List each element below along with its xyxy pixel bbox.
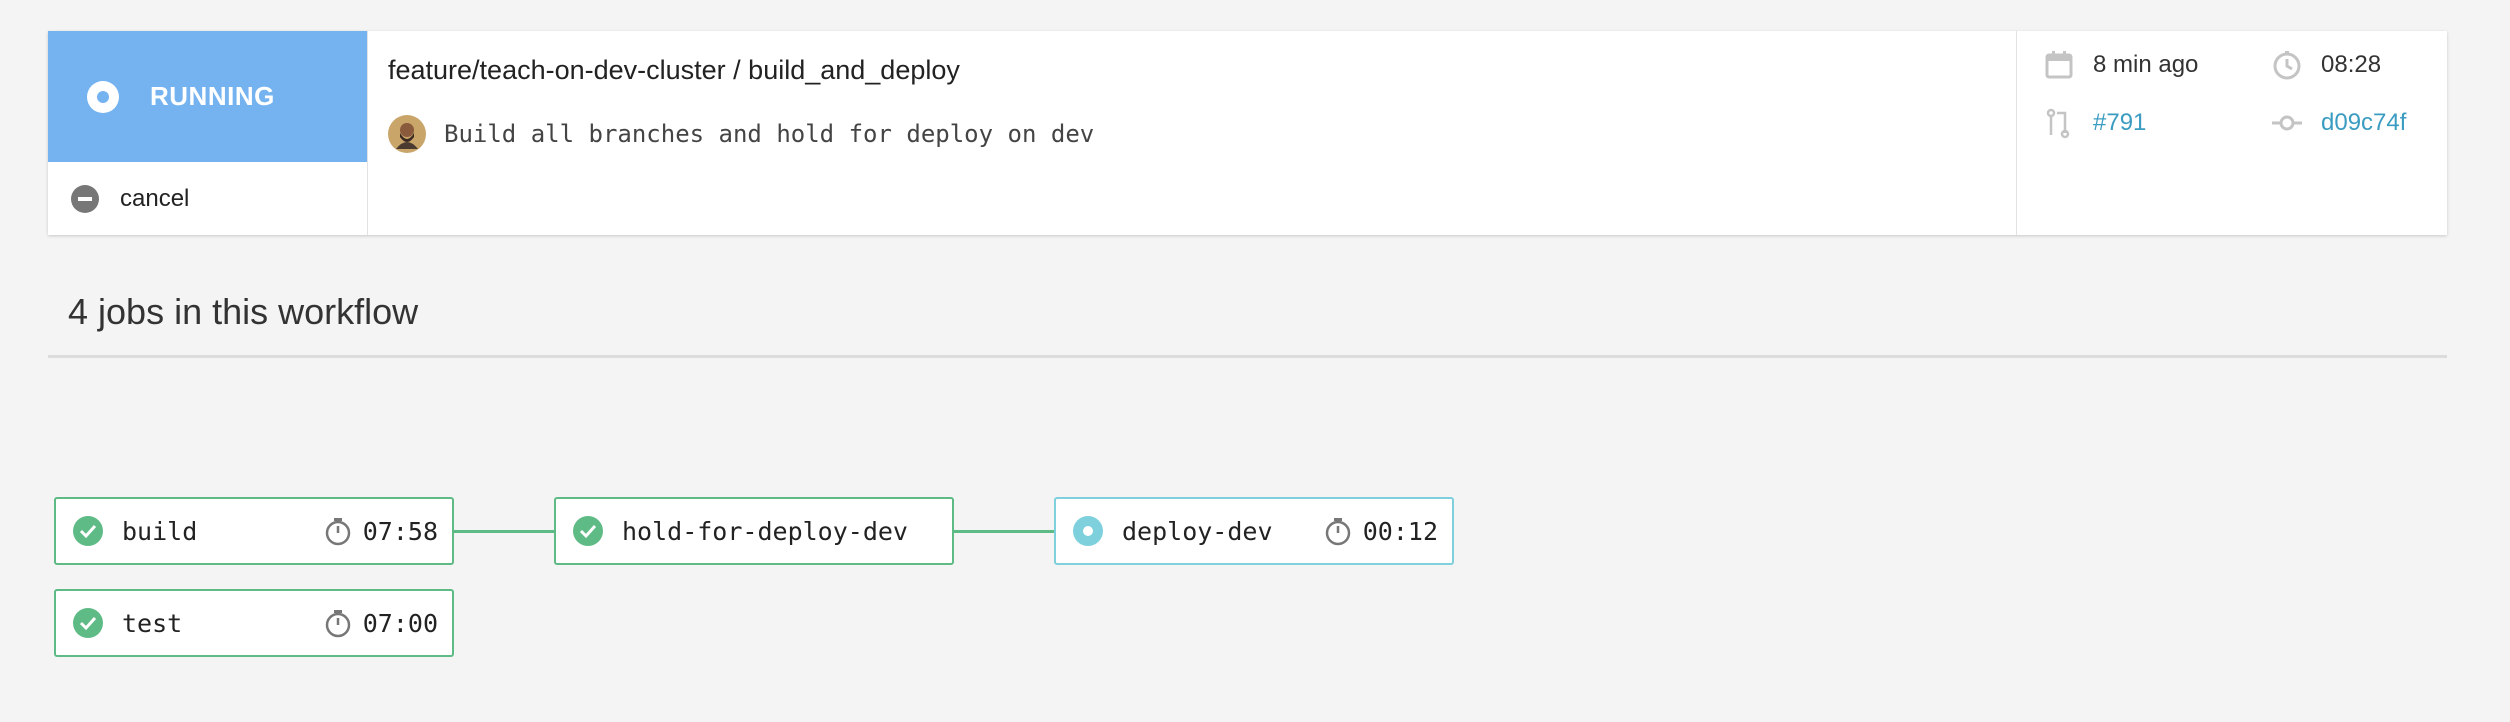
- check-circle-icon: [573, 516, 603, 546]
- avatar: [388, 115, 426, 153]
- workflow-title[interactable]: feature/teach-on-dev-cluster / build_and…: [388, 55, 960, 86]
- job-name: deploy-dev: [1122, 516, 1273, 546]
- job-duration: 07:58: [362, 516, 438, 546]
- status-column: RUNNING cancel: [48, 31, 368, 235]
- time-ago: 8 min ago: [2043, 49, 2198, 81]
- jobs-section-title: 4 jobs in this workflow: [68, 291, 419, 332]
- stopwatch-icon: [325, 610, 350, 638]
- workflow-info: feature/teach-on-dev-cluster / build_and…: [368, 31, 2017, 235]
- job-timer: 07:00: [323, 608, 438, 638]
- duration: 08:28: [2271, 49, 2381, 81]
- stopwatch-icon: [325, 518, 350, 546]
- job-deploy-dev[interactable]: deploy-dev 00:12: [1054, 497, 1454, 565]
- minus-circle-icon: [71, 184, 99, 213]
- commit[interactable]: d09c74f: [2271, 107, 2406, 139]
- workflow-meta: 8 min ago 08:28 #791 d09c74f: [2017, 31, 2447, 235]
- commit-link[interactable]: d09c74f: [2321, 109, 2406, 137]
- running-dot-icon: [87, 80, 119, 113]
- job-name: test: [122, 608, 183, 638]
- cancel-label: cancel: [120, 184, 190, 212]
- job-build[interactable]: build 07:58: [54, 497, 454, 565]
- duration-text: 08:28: [2321, 51, 2382, 78]
- job-test[interactable]: test 07:00: [54, 589, 454, 657]
- job-hold-for-deploy-dev[interactable]: hold-for-deploy-dev: [554, 497, 954, 565]
- pull-request-icon: [2046, 108, 2070, 139]
- commit-icon: [2272, 115, 2302, 131]
- stopwatch-icon: [1325, 518, 1350, 546]
- workflow-header-card: RUNNING cancel feature/teach-on-dev-clus…: [48, 31, 2447, 235]
- status-badge: RUNNING: [48, 31, 367, 162]
- status-label: RUNNING: [150, 81, 275, 111]
- clock-icon: [2273, 51, 2301, 80]
- job-connector: [953, 530, 1056, 533]
- check-circle-icon: [73, 516, 103, 546]
- check-circle-icon: [73, 608, 103, 638]
- time-ago-text: 8 min ago: [2093, 51, 2199, 78]
- pr-link[interactable]: #791: [2093, 109, 2146, 137]
- running-dot-icon: [1073, 516, 1103, 546]
- calendar-icon: [2045, 51, 2073, 79]
- job-duration: 00:12: [1362, 516, 1438, 546]
- job-name: build: [122, 516, 198, 546]
- cancel-button[interactable]: cancel: [48, 162, 367, 235]
- job-name: hold-for-deploy-dev: [622, 516, 908, 546]
- job-timer: 07:58: [323, 516, 438, 546]
- divider: [48, 355, 2447, 358]
- pull-request[interactable]: #791: [2043, 107, 2146, 139]
- job-duration: 07:00: [362, 608, 438, 638]
- job-connector: [453, 530, 556, 533]
- job-timer: 00:12: [1323, 516, 1438, 546]
- commit-message: Build all branches and hold for deploy o…: [444, 120, 1095, 148]
